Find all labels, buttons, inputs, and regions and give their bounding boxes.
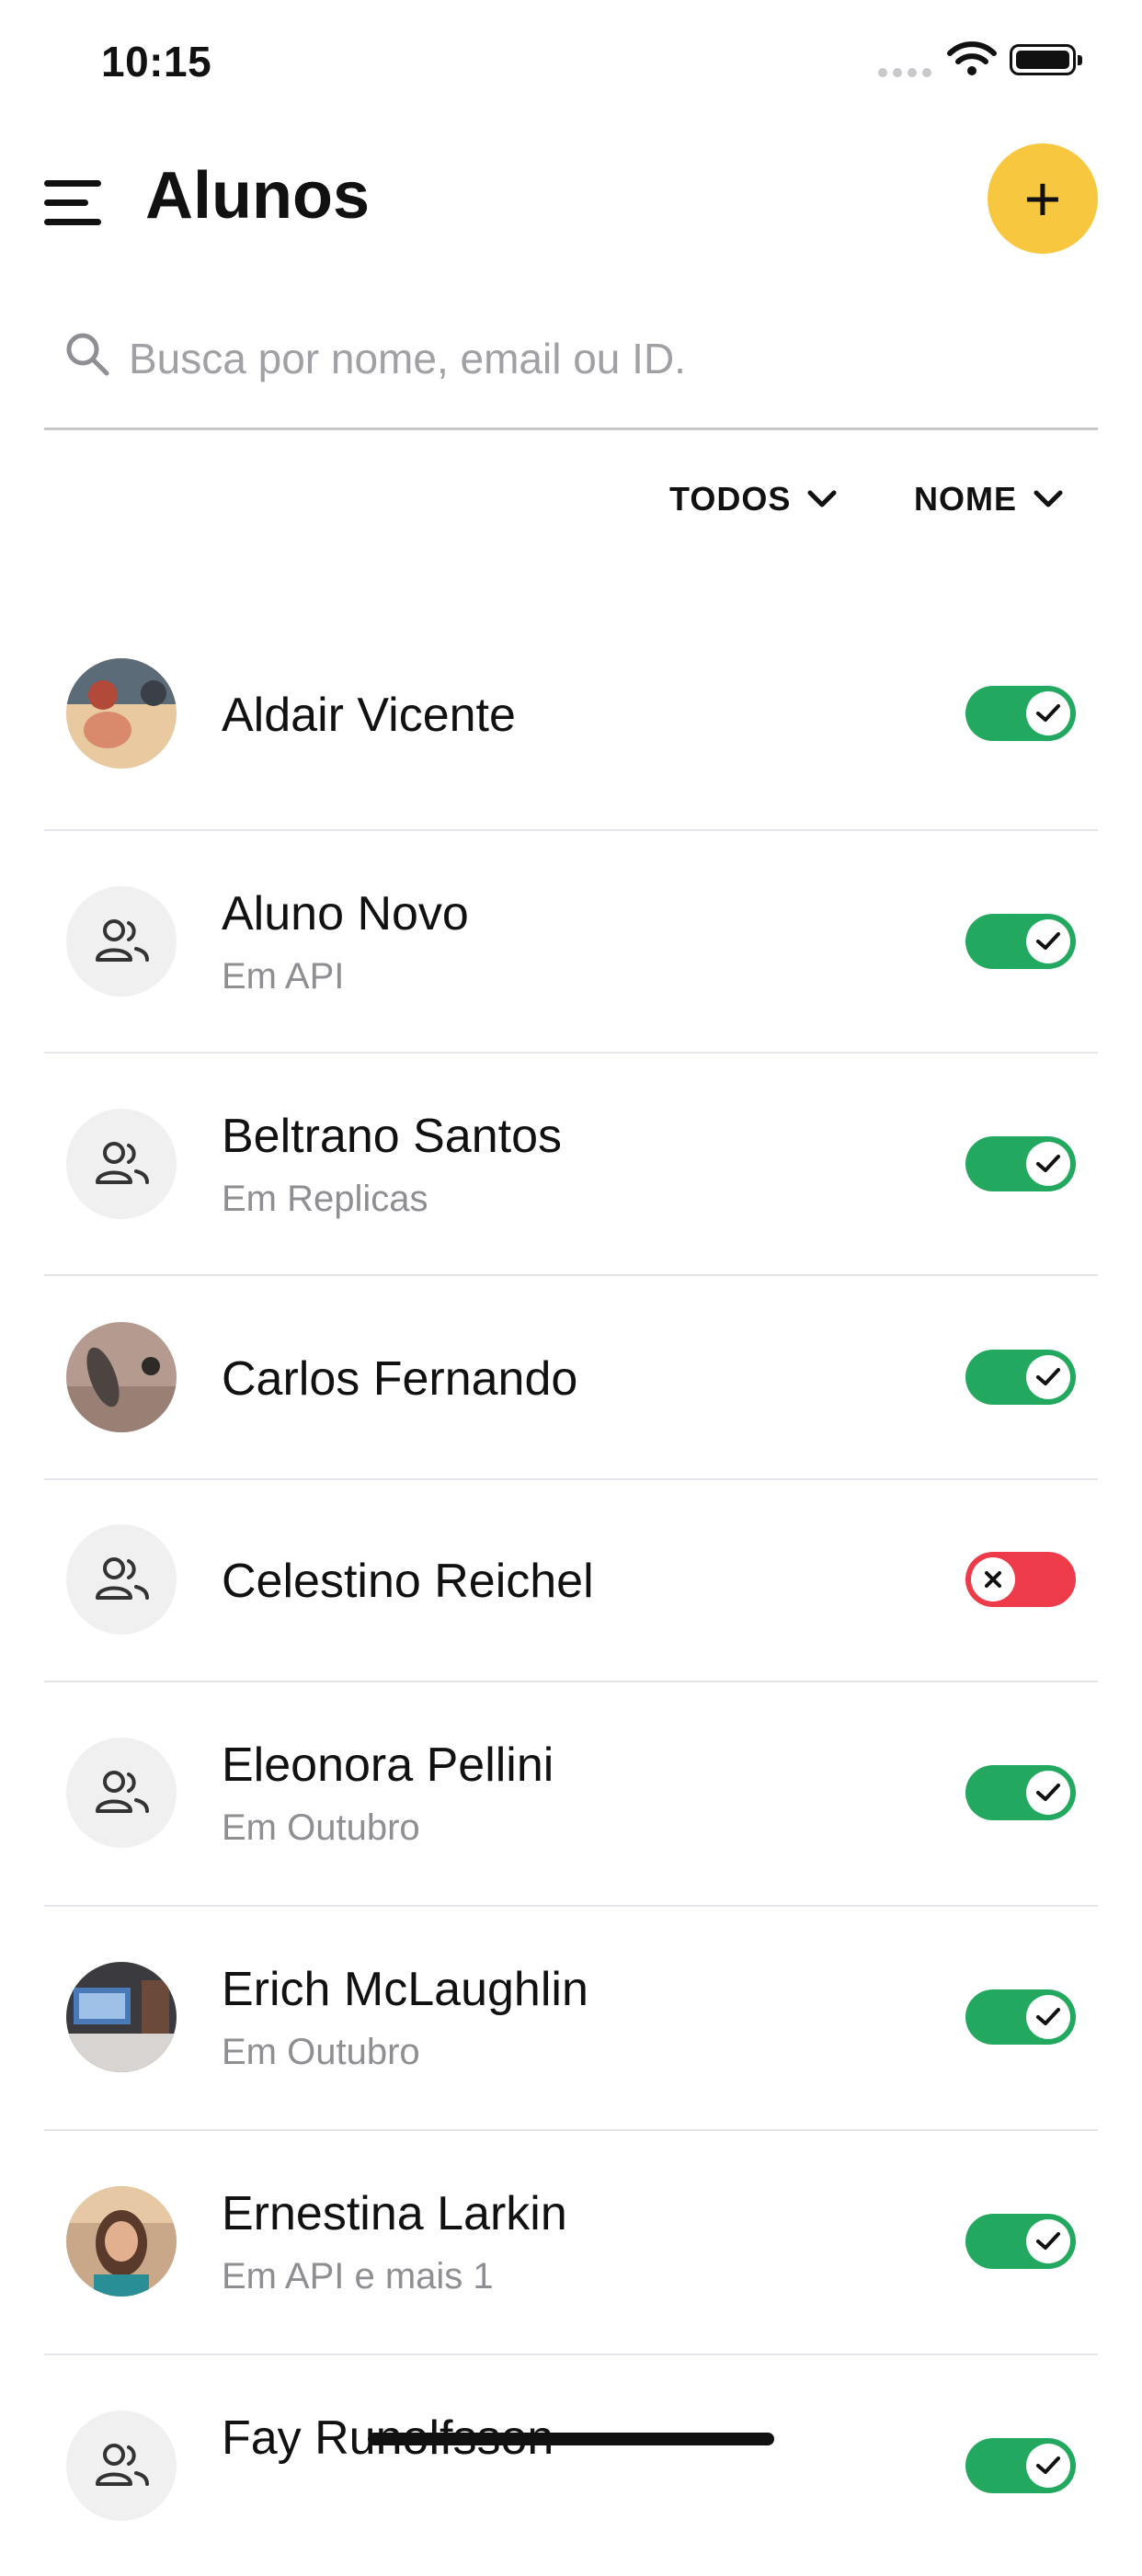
status-time: 10:15 — [101, 38, 212, 85]
check-icon — [1036, 2232, 1060, 2250]
student-row[interactable]: Carlos Fernando — [44, 1276, 1098, 1480]
check-icon — [1036, 1784, 1060, 1801]
student-row[interactable]: Aluno Novo Em API — [44, 831, 1098, 1054]
check-icon — [1036, 2008, 1060, 2025]
avatar — [66, 658, 177, 769]
wifi-icon — [947, 41, 997, 75]
active-toggle[interactable] — [965, 2438, 1076, 2493]
active-toggle[interactable] — [965, 1765, 1076, 1820]
student-row[interactable]: Ernestina Larkin Em API e mais 1 — [44, 2131, 1098, 2355]
student-name: Beltrano Santos — [222, 1110, 563, 1163]
student-row[interactable]: Erich McLaughlin Em Outubro — [44, 1907, 1098, 2131]
student-name: Aluno Novo — [222, 887, 469, 940]
active-toggle[interactable] — [965, 2214, 1076, 2269]
active-toggle[interactable] — [965, 1350, 1076, 1405]
student-row[interactable]: Aldair Vicente — [44, 634, 1098, 831]
search-icon — [66, 333, 109, 376]
chevron-down-icon — [1034, 490, 1063, 507]
menu-icon[interactable] — [44, 180, 101, 226]
student-name: Celestino Reichel — [222, 1555, 594, 1608]
cellular-signal-icon — [878, 68, 931, 77]
student-name: Ernestina Larkin — [222, 2187, 567, 2240]
student-row[interactable]: Celestino Reichel — [44, 1480, 1098, 1682]
check-icon — [1036, 932, 1060, 950]
group-icon — [96, 2444, 149, 2486]
student-subtitle: Em Replicas — [222, 1179, 428, 1219]
check-icon — [1036, 1368, 1060, 1385]
avatar — [66, 1524, 177, 1635]
sort-label: NOME — [914, 480, 1017, 518]
home-indicator[interactable] — [368, 2433, 774, 2445]
active-toggle[interactable] — [965, 1552, 1076, 1607]
group-icon — [96, 1771, 149, 1813]
avatar — [66, 886, 177, 997]
student-row[interactable]: Fay Runolfsson — [44, 2355, 1098, 2576]
student-list: Aldair Vicente Aluno Novo Em API Beltran… — [0, 634, 1142, 2576]
student-row[interactable]: Eleonora Pellini Em Outubro — [44, 1682, 1098, 1907]
student-name: Aldair Vicente — [222, 689, 516, 742]
avatar — [66, 2411, 177, 2521]
group-icon — [96, 1557, 149, 1600]
avatar — [66, 2186, 177, 2297]
student-subtitle: Em Outubro — [222, 2032, 420, 2072]
student-subtitle: Em API e mais 1 — [222, 2256, 494, 2297]
check-icon — [1036, 704, 1060, 722]
avatar — [66, 1738, 177, 1848]
avatar — [66, 1962, 177, 2072]
active-toggle[interactable] — [965, 914, 1076, 969]
student-name: Eleonora Pellini — [222, 1738, 554, 1792]
page-title: Alunos — [145, 159, 370, 233]
student-name: Erich McLaughlin — [222, 1963, 588, 2016]
check-icon — [1036, 2456, 1060, 2474]
status-bar: 10:15 — [0, 0, 1142, 129]
battery-icon — [1010, 44, 1082, 75]
search-input[interactable] — [129, 325, 1076, 392]
student-subtitle: Em API — [222, 956, 345, 997]
group-icon — [96, 1142, 149, 1184]
group-icon — [96, 919, 149, 962]
status-filter-label: TODOS — [669, 480, 792, 518]
search-bar — [44, 305, 1098, 430]
check-icon — [1036, 1155, 1060, 1172]
chevron-down-icon — [807, 490, 837, 507]
avatar — [66, 1109, 177, 1219]
avatar — [66, 1322, 177, 1432]
active-toggle[interactable] — [965, 1989, 1076, 2045]
add-student-button[interactable]: + — [988, 143, 1098, 254]
sort-dropdown[interactable]: NOME — [914, 480, 1063, 519]
student-name: Carlos Fernando — [222, 1352, 578, 1406]
active-toggle[interactable] — [965, 686, 1076, 741]
close-icon — [985, 1571, 1001, 1588]
status-filter-dropdown[interactable]: TODOS — [669, 480, 837, 519]
student-subtitle: Em Outubro — [222, 1807, 420, 1848]
active-toggle[interactable] — [965, 1136, 1076, 1191]
student-row[interactable]: Beltrano Santos Em Replicas — [44, 1054, 1098, 1276]
